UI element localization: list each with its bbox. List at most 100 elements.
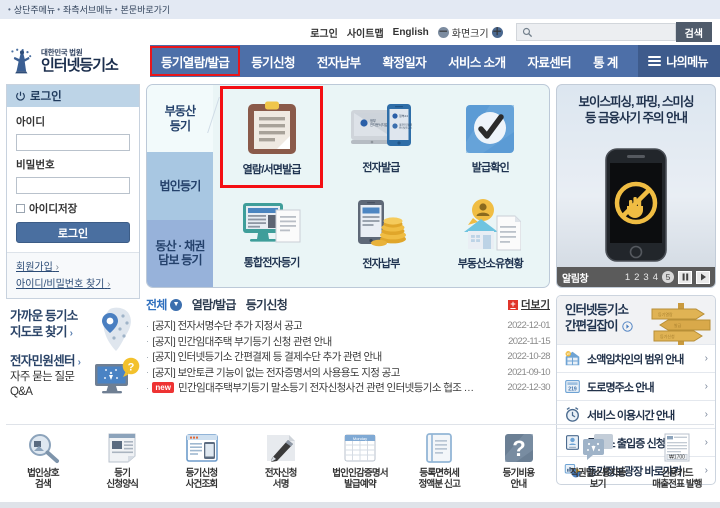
promo-e-civil-center[interactable]: ? 전자민원센터 › 자주 묻는 질문 Q&A bbox=[6, 340, 140, 399]
service-electronic-payment[interactable]: 전자납부 bbox=[326, 186, 435, 282]
find-id-password-link[interactable]: 아이디/비밀번호 찾기 › bbox=[16, 275, 130, 290]
quick-link-road-address[interactable]: 219 도로명주소 안내 › bbox=[557, 372, 715, 400]
svg-text:Monday: Monday bbox=[353, 436, 367, 441]
shortcut-corporate-name-search[interactable]: 법인상호 검색 bbox=[12, 432, 74, 491]
password-input[interactable] bbox=[16, 177, 130, 194]
id-input[interactable] bbox=[16, 134, 130, 151]
notice-icon bbox=[582, 434, 613, 460]
notice-row[interactable]: · [공지] 전자서명수단 추가 지정서 공고 2022-12-01 bbox=[146, 318, 551, 334]
banner-next-button[interactable] bbox=[696, 270, 710, 284]
service-tab-real-estate[interactable]: 부동산 등기 bbox=[147, 85, 213, 153]
bullet-icon: • bbox=[114, 5, 118, 14]
english-link[interactable]: English bbox=[393, 27, 429, 38]
service-view-issue[interactable]: 열람/서면발급 bbox=[217, 86, 326, 188]
notice-tab-view-issue[interactable]: 열람/발급 bbox=[192, 296, 237, 313]
service-electronic-issue[interactable]: 정부 전자문서지갑 정부24 대한민국법원 인터넷등기소 전자발급 bbox=[326, 90, 435, 186]
bullet-icon: • bbox=[57, 5, 61, 14]
zoom-in-icon[interactable]: ＋ bbox=[491, 26, 503, 38]
nav-item-statistics[interactable]: 통 계 bbox=[582, 45, 629, 77]
service-issue-verification[interactable]: 발급확인 bbox=[436, 90, 545, 186]
nav-item-registry-application[interactable]: 등기신청 bbox=[240, 45, 306, 77]
sitemap-link[interactable]: 사이트맵 bbox=[347, 25, 384, 40]
page-root: • 상단주메뉴 • 좌측서브메뉴 • 본문바로가기 로그인 사이트맵 Engli… bbox=[0, 0, 720, 508]
clipboard-icon bbox=[247, 101, 296, 154]
shortcut-license-tax-report[interactable]: 등록면허세 정액분 신고 bbox=[408, 432, 470, 491]
my-menu-button[interactable]: 나의메뉴 bbox=[638, 45, 720, 77]
svg-text:정부24: 정부24 bbox=[399, 113, 408, 118]
banner-pause-button[interactable] bbox=[678, 270, 692, 284]
login-panel: 로그인 아이디 비밀번호 아이디저장 로그인 회원가입 › 아이디/비밀번호 찾… bbox=[6, 84, 140, 299]
service-property-ownership[interactable]: 부동산소유현황 bbox=[436, 186, 545, 282]
shortcut-seal-certificate-reservation[interactable]: Monday 법인인감증명서 발급예약 bbox=[329, 432, 391, 491]
remember-id-row[interactable]: 아이디저장 bbox=[16, 201, 130, 216]
new-badge: new bbox=[152, 382, 174, 394]
search-input[interactable] bbox=[535, 24, 664, 40]
promo-find-registry-office[interactable]: 가까운 등기소 지도로 찾기 › bbox=[6, 299, 140, 351]
banner-page-4[interactable]: 4 bbox=[653, 272, 658, 283]
notice-more-label: 더보기 bbox=[521, 299, 550, 311]
nav-item-fixed-date[interactable]: 확정일자 bbox=[372, 45, 438, 77]
shortcut-credit-card-receipt[interactable]: ₩1700 신용카드 매출전표 발행 bbox=[646, 432, 708, 491]
login-link[interactable]: 로그인 bbox=[310, 25, 338, 40]
service-integrated-e-registry[interactable]: 통합전자등기 bbox=[217, 186, 326, 282]
notice-text: [공지] 민간임대주택 부기등기 신청 관련 안내 bbox=[152, 335, 332, 348]
document-form-icon bbox=[108, 433, 136, 463]
site-logo[interactable]: 대한민국 법원 인터넷등기소 bbox=[0, 45, 150, 77]
bullet-icon: · bbox=[146, 351, 149, 362]
login-panel-header: 로그인 bbox=[7, 85, 139, 107]
service-electronic-payment-label: 전자납부 bbox=[362, 257, 400, 270]
notice-row[interactable]: · [공지] 보안토큰 기능이 없는 전자증명서의 사용용도 지정 공고 202… bbox=[146, 365, 551, 381]
service-property-ownership-label: 부동산소유현황 bbox=[457, 257, 524, 270]
nav-item-electronic-payment[interactable]: 전자납부 bbox=[306, 45, 372, 77]
nav-item-registry-view-issue[interactable]: 등기열람/발급 bbox=[150, 45, 241, 77]
shortcut-label: 등록면허세 정액분 신고 bbox=[418, 468, 461, 491]
search-icon bbox=[522, 27, 532, 37]
shortcut-label: 법인인감증명서 발급예약 bbox=[332, 468, 388, 491]
banner-page-1[interactable]: 1 bbox=[625, 272, 630, 283]
question-icon: ? bbox=[504, 434, 533, 462]
service-tab-movable-credit[interactable]: 동산 · 채권 담보 등기 bbox=[147, 219, 213, 287]
tablet-phone-icon: 정부 전자문서지갑 정부24 대한민국법원 인터넷등기소 bbox=[350, 103, 413, 146]
nav-item-service-intro[interactable]: 서비스 소개 bbox=[437, 45, 516, 77]
nav-item-data-center[interactable]: 자료센터 bbox=[516, 45, 582, 77]
zoom-out-icon[interactable]: － bbox=[437, 26, 449, 38]
banner-title-line1: 보이스피싱, 파밍, 스미싱 bbox=[578, 95, 695, 109]
search-button[interactable]: 검색 bbox=[675, 22, 712, 42]
quick-link-label: 소액임차인의 범위 안내 bbox=[587, 353, 684, 366]
remember-id-checkbox[interactable] bbox=[16, 204, 25, 213]
shortcut-case-inquiry[interactable]: 등기신청 사건조회 bbox=[171, 432, 233, 491]
service-issue-verification-label: 발급확인 bbox=[471, 161, 510, 174]
skip-link-top-menu[interactable]: 상단주메뉴 bbox=[14, 3, 55, 16]
notice-tab-all[interactable]: 전체 ▼ bbox=[146, 296, 182, 313]
chevron-down-icon: ▼ bbox=[169, 298, 182, 311]
login-submit-button[interactable]: 로그인 bbox=[16, 222, 130, 243]
banner-page-3[interactable]: 3 bbox=[643, 272, 648, 283]
banner-control-bar: 알림창 1 2 3 4 5 bbox=[557, 267, 715, 287]
signup-link[interactable]: 회원가입 › bbox=[16, 258, 130, 273]
shortcut-electronic-signature[interactable]: 전자신청 서명 bbox=[250, 432, 312, 491]
shortcut-registry-cost-guide[interactable]: ? 등기비용 안내 bbox=[488, 432, 550, 491]
login-panel-links: 회원가입 › 아이디/비밀번호 찾기 › bbox=[7, 252, 139, 298]
skip-link-content[interactable]: 본문바로가기 bbox=[121, 3, 171, 16]
notice-row[interactable]: · [공지] 민간임대주택 부기등기 신청 관련 안내 2022-11-15 bbox=[146, 334, 551, 350]
login-panel-title: 로그인 bbox=[30, 91, 62, 103]
quick-links-header[interactable]: 인터넷등기소 간편길잡이 등기열람 발급 등기신청 bbox=[557, 296, 715, 345]
shortcut-registry-forms[interactable]: 등기 신청양식 bbox=[91, 432, 153, 491]
shortcut-ex-officio-cancellation-notice[interactable]: 직권말소통지등 보기 bbox=[567, 432, 629, 491]
calendar-icon: Monday bbox=[344, 434, 376, 462]
notice-board: 전체 ▼ 열람/발급 등기신청 + 더보기 · [공지] 전자서명수단 추가 지… bbox=[146, 295, 551, 396]
next-icon bbox=[700, 273, 706, 281]
skip-links-bar: • 상단주메뉴 • 좌측서브메뉴 • 본문바로가기 bbox=[0, 0, 720, 19]
notice-tab-application[interactable]: 등기신청 bbox=[246, 296, 288, 313]
search-box[interactable] bbox=[515, 23, 676, 41]
shortcut-label: 법인상호 검색 bbox=[27, 468, 60, 491]
skip-link-side-menu[interactable]: 좌측서브메뉴 bbox=[63, 3, 113, 16]
banner-page-2[interactable]: 2 bbox=[634, 272, 639, 283]
service-tab-corporate[interactable]: 법인등기 bbox=[147, 152, 213, 220]
banner-page-5-active[interactable]: 5 bbox=[662, 271, 674, 283]
notice-row[interactable]: · [공지] 인터넷등기소 간편결제 등 결제수단 추가 관련 안내 2022-… bbox=[146, 349, 551, 365]
notice-banner[interactable]: 보이스피싱, 파밍, 스미싱 등 금융사기 주의 안내 알림창 1 2 3 4 … bbox=[556, 84, 716, 288]
service-grid: 열람/서면발급 정부 전자문서지갑 정부24 대한민국법원 인터넷등기소 전자발… bbox=[213, 85, 549, 287]
notice-row[interactable]: · new 민간임대주택부기등기 말소등기 전자신청사건 관련 인터넷등기소 협… bbox=[146, 380, 551, 396]
notice-more-button[interactable]: + 더보기 bbox=[508, 297, 550, 312]
